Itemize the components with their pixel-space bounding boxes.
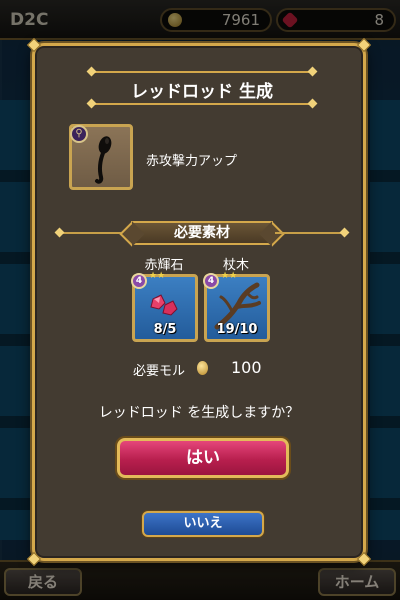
material-card[interactable]: 4 ★★ 8/5 [131, 271, 198, 342]
red-rod-icon [95, 136, 112, 184]
confirm-question: レッドロッド を生成しますか？ [98, 405, 300, 421]
item-frame: ⚲ [69, 124, 133, 190]
item-effect-text: 赤攻撃力アップ [146, 154, 238, 169]
cost-value: 100 [231, 358, 262, 377]
no-button[interactable]: いいえ [142, 511, 264, 537]
yes-button[interactable]: はい [117, 438, 289, 478]
material-count: 19/10 [216, 322, 258, 337]
title-divider [91, 71, 313, 73]
craft-dialog: レッドロッド 生成 ⚲ 赤攻撃力アップ 必要素材 赤輝石 4 ★★ 8/5 杖木… [26, 37, 372, 567]
cost-label: 必要モル [133, 364, 186, 379]
title-divider [91, 103, 313, 105]
dialog-title: レッドロッド 生成 [131, 82, 273, 102]
materials-divider [275, 232, 345, 234]
material-card[interactable]: 4 ★★ 19/10 [203, 271, 270, 342]
dialog-title-band: レッドロッド 生成 [91, 68, 313, 108]
material-count: 8/5 [153, 322, 177, 337]
materials-header: 必要素材 [131, 221, 273, 245]
mol-coin-icon [197, 361, 208, 375]
